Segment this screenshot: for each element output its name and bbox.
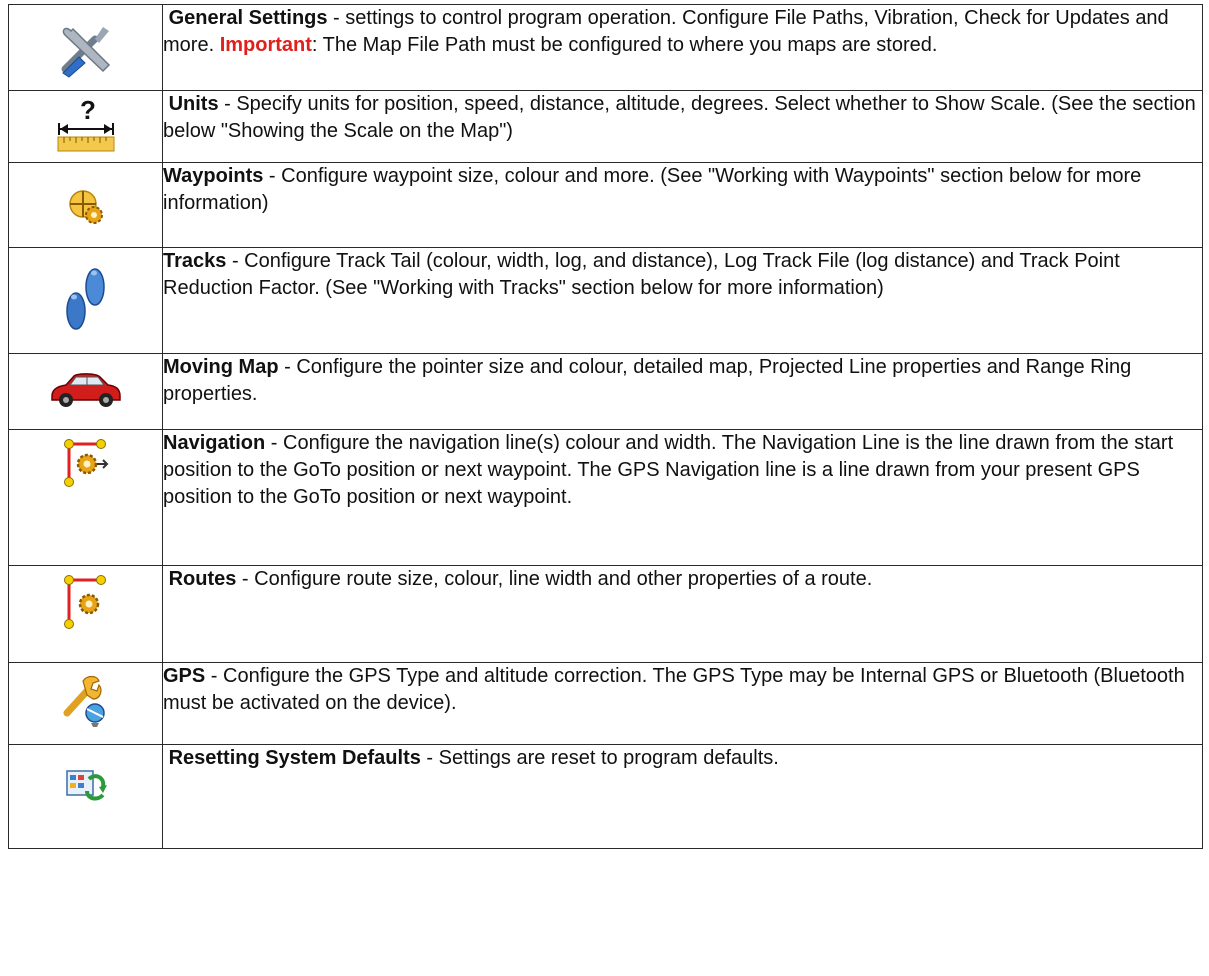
icon-cell	[8, 247, 163, 354]
navigation-route-gear-icon	[63, 439, 108, 487]
row-title: Tracks	[163, 250, 227, 272]
icon-cell	[8, 4, 163, 91]
row-title: GPS	[163, 665, 206, 687]
settings-table: General Settings - settings to control p…	[8, 4, 1203, 849]
icon-cell	[8, 662, 163, 745]
tools-icon	[61, 27, 110, 78]
row-description: - Configure the GPS Type and altitude co…	[163, 665, 1185, 715]
important-label: Important	[219, 34, 312, 57]
row-title: Resetting System Defaults	[168, 747, 421, 769]
icon-cell	[8, 744, 163, 849]
row-description: - Configure route size, colour, line wid…	[236, 568, 873, 590]
row-title: Units	[168, 93, 219, 115]
row-title: Waypoints	[163, 165, 264, 187]
description-cell: GPS - Configure the GPS Type and altitud…	[162, 662, 1203, 745]
icon-cell	[8, 353, 163, 430]
row-description-continued: : The Map File Path must be configured t…	[311, 34, 938, 57]
row-title: Moving Map	[163, 356, 279, 378]
row-description: - Configure the navigation line(s) colou…	[163, 432, 1174, 509]
description-cell: Navigation - Configure the navigation li…	[162, 429, 1203, 566]
waypoint-gear-icon	[68, 190, 103, 224]
route-gear-icon	[63, 575, 106, 629]
icon-cell: ?	[8, 90, 163, 163]
row-description: - Specify units for position, speed, dis…	[163, 93, 1196, 143]
row-description: - Configure the pointer size and colour,…	[163, 356, 1132, 406]
wrench-satellite-icon	[63, 675, 105, 727]
description-cell: Units - Specify units for position, spee…	[162, 90, 1203, 163]
svg-text:?: ?	[80, 97, 96, 125]
table-row: Waypoints - Configure waypoint size, col…	[8, 162, 1203, 248]
description-cell: Moving Map - Configure the pointer size …	[162, 353, 1203, 430]
description-cell: Routes - Configure route size, colour, l…	[162, 565, 1203, 663]
table-row: Resetting System Defaults - Settings are…	[8, 744, 1203, 849]
table-row: Tracks - Configure Track Tail (colour, w…	[8, 247, 1203, 354]
red-car-icon	[50, 373, 121, 407]
reset-defaults-icon	[65, 770, 107, 801]
table-row: Moving Map - Configure the pointer size …	[8, 353, 1203, 430]
row-title: Navigation	[163, 432, 266, 454]
table-row: General Settings - settings to control p…	[8, 4, 1203, 91]
icon-cell	[8, 162, 163, 248]
description-cell: Resetting System Defaults - Settings are…	[162, 744, 1203, 849]
table-row: Navigation - Configure the navigation li…	[8, 429, 1203, 566]
row-title: Routes	[168, 568, 237, 590]
icon-cell	[8, 565, 163, 663]
row-description: - Settings are reset to program defaults…	[420, 747, 779, 769]
description-cell: Tracks - Configure Track Tail (colour, w…	[162, 247, 1203, 354]
icon-cell	[8, 429, 163, 566]
footprints-icon	[65, 268, 105, 330]
description-cell: Waypoints - Configure waypoint size, col…	[162, 162, 1203, 248]
row-description: - Configure Track Tail (colour, width, l…	[163, 250, 1120, 300]
row-description: - Configure waypoint size, colour and mo…	[163, 165, 1142, 215]
table-row: GPS - Configure the GPS Type and altitud…	[8, 662, 1203, 745]
description-cell: General Settings - settings to control p…	[162, 4, 1203, 91]
table-row: Routes - Configure route size, colour, l…	[8, 565, 1203, 663]
table-row: ? Units - Specify units for position, sp…	[8, 90, 1203, 163]
units-ruler-icon: ?	[57, 97, 114, 152]
row-title: General Settings	[168, 7, 328, 29]
